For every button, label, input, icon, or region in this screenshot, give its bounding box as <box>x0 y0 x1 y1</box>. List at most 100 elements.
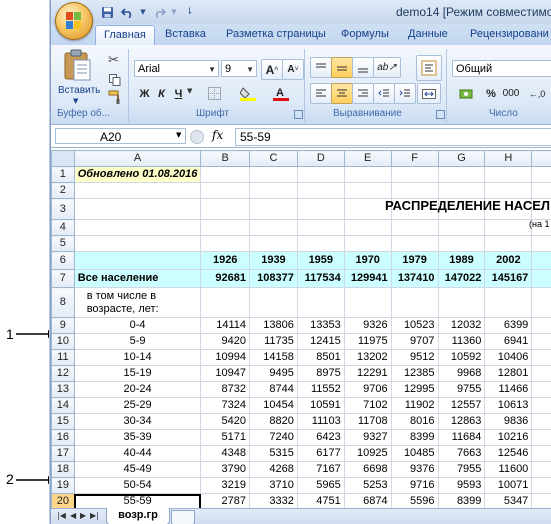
cell-f2[interactable] <box>390 182 439 199</box>
currency-format-icon[interactable] <box>453 83 481 104</box>
cell-f18[interactable]: 9376 <box>390 461 439 478</box>
column-header-f[interactable]: F <box>390 150 439 167</box>
insert-sheet-icon[interactable] <box>171 510 195 524</box>
cell-e8[interactable] <box>343 287 392 318</box>
cell-c3[interactable] <box>249 198 298 220</box>
cell-f11[interactable]: 9512 <box>390 349 439 366</box>
customize-qat-icon[interactable]: ⇂ <box>181 4 198 21</box>
cell-h12[interactable]: 12801 <box>484 365 533 382</box>
cell-h8[interactable] <box>484 287 533 318</box>
cell-a13[interactable]: 20-24 <box>73 381 202 398</box>
row-header[interactable]: 4 <box>51 219 75 236</box>
cell-e4[interactable] <box>343 219 392 236</box>
cell-e12[interactable]: 12291 <box>343 365 392 382</box>
cell-h1[interactable] <box>484 166 533 183</box>
row-header[interactable]: 14 <box>51 397 75 414</box>
cell-a3[interactable] <box>73 198 202 220</box>
cell-h14[interactable]: 10613 <box>484 397 533 414</box>
tab-insert[interactable]: Вставка <box>165 28 206 40</box>
cell-c6[interactable]: 1939 <box>249 251 298 270</box>
align-middle-icon[interactable] <box>331 57 353 78</box>
cell-g18[interactable]: 7955 <box>437 461 486 478</box>
align-right-icon[interactable] <box>352 83 374 104</box>
text-orientation-icon[interactable]: ab↗ <box>373 57 401 78</box>
column-header-c[interactable]: C <box>249 150 298 167</box>
cell-c19[interactable]: 3710 <box>249 477 298 494</box>
cell-d6[interactable]: 1959 <box>296 251 345 270</box>
cell-e15[interactable]: 11708 <box>343 413 392 430</box>
sheet-tab[interactable]: возр.гр <box>106 508 170 524</box>
cell-c15[interactable]: 8820 <box>249 413 298 430</box>
cell-g19[interactable]: 9593 <box>437 477 486 494</box>
cell-b6[interactable]: 1926 <box>200 251 251 270</box>
cell-c7[interactable]: 108377 <box>249 269 298 288</box>
cell-e1[interactable] <box>343 166 392 183</box>
cell-h5[interactable] <box>484 235 533 252</box>
cell-b19[interactable]: 3219 <box>200 477 251 494</box>
format-painter-icon[interactable] <box>108 89 122 108</box>
cell-g11[interactable]: 10592 <box>437 349 486 366</box>
cell-d2[interactable] <box>296 182 345 199</box>
redo-icon[interactable] <box>150 4 167 21</box>
cell-a6[interactable] <box>73 251 202 270</box>
font-size-combo[interactable]: 9 ▼ <box>221 60 257 77</box>
cell-f20[interactable]: 5596 <box>390 493 439 508</box>
row-header[interactable]: 18 <box>51 461 75 478</box>
cell-h10[interactable]: 6941 <box>484 333 533 350</box>
formula-input[interactable]: 55-59 <box>235 128 551 146</box>
cell-c8[interactable] <box>249 287 298 318</box>
cell-e18[interactable]: 6698 <box>343 461 392 478</box>
cell-d4[interactable] <box>296 219 345 236</box>
paste-dropdown-icon[interactable]: ▼ <box>73 97 78 105</box>
cell-c18[interactable]: 4268 <box>249 461 298 478</box>
cell-e17[interactable]: 10925 <box>343 445 392 462</box>
cell-d16[interactable]: 6423 <box>296 429 345 446</box>
cell-e11[interactable]: 13202 <box>343 349 392 366</box>
cell-c1[interactable] <box>249 166 298 183</box>
cell-b16[interactable]: 5171 <box>200 429 251 446</box>
underline-button[interactable]: Ч <box>169 83 188 104</box>
cell-d8[interactable] <box>296 287 345 318</box>
last-sheet-icon[interactable]: ▶| <box>90 511 99 520</box>
cell-a14[interactable]: 25-29 <box>73 397 202 414</box>
cell-c16[interactable]: 7240 <box>249 429 298 446</box>
cell-e2[interactable] <box>343 182 392 199</box>
row-header[interactable]: 13 <box>51 381 75 398</box>
row-header[interactable]: 12 <box>51 365 75 382</box>
next-sheet-icon[interactable]: ▶ <box>80 511 86 520</box>
cell-c11[interactable]: 14158 <box>249 349 298 366</box>
save-icon[interactable] <box>99 4 116 21</box>
number-format-combo[interactable]: Общий <box>452 60 551 77</box>
column-header-d[interactable]: D <box>296 150 345 167</box>
font-name-combo[interactable]: Arial ▼ <box>134 60 219 77</box>
cell-g20[interactable]: 8399 <box>437 493 486 508</box>
cell-d10[interactable]: 12415 <box>296 333 345 350</box>
cell-c14[interactable]: 10454 <box>249 397 298 414</box>
row-header[interactable]: 17 <box>51 445 75 462</box>
cell-h7[interactable]: 145167 <box>484 269 533 288</box>
cell-f19[interactable]: 9716 <box>390 477 439 494</box>
cell-f5[interactable] <box>390 235 439 252</box>
cell-h16[interactable]: 10216 <box>484 429 533 446</box>
cell-b4[interactable] <box>200 219 251 236</box>
row-header[interactable]: 10 <box>51 333 75 350</box>
cell-b9[interactable]: 14114 <box>200 317 251 334</box>
row-header[interactable]: 20 <box>51 493 75 508</box>
cell-h19[interactable]: 10071 <box>484 477 533 494</box>
undo-icon[interactable] <box>119 4 136 21</box>
cell-c4[interactable] <box>249 219 298 236</box>
cell-f6[interactable]: 1979 <box>390 251 439 270</box>
tab-formulas[interactable]: Формулы <box>341 28 389 40</box>
cell-c13[interactable]: 8744 <box>249 381 298 398</box>
tab-review[interactable]: Рецензировани <box>470 28 549 40</box>
insert-function-icon[interactable]: fx <box>212 128 231 144</box>
cell-d1[interactable] <box>296 166 345 183</box>
copy-icon[interactable] <box>109 71 121 90</box>
cell-h2[interactable] <box>484 182 533 199</box>
cell-f7[interactable]: 137410 <box>390 269 439 288</box>
cell-g1[interactable] <box>437 166 486 183</box>
cell-c9[interactable]: 13806 <box>249 317 298 334</box>
cell-a5[interactable] <box>73 235 202 252</box>
cell-e14[interactable]: 7102 <box>343 397 392 414</box>
cell-b1[interactable] <box>200 166 251 183</box>
